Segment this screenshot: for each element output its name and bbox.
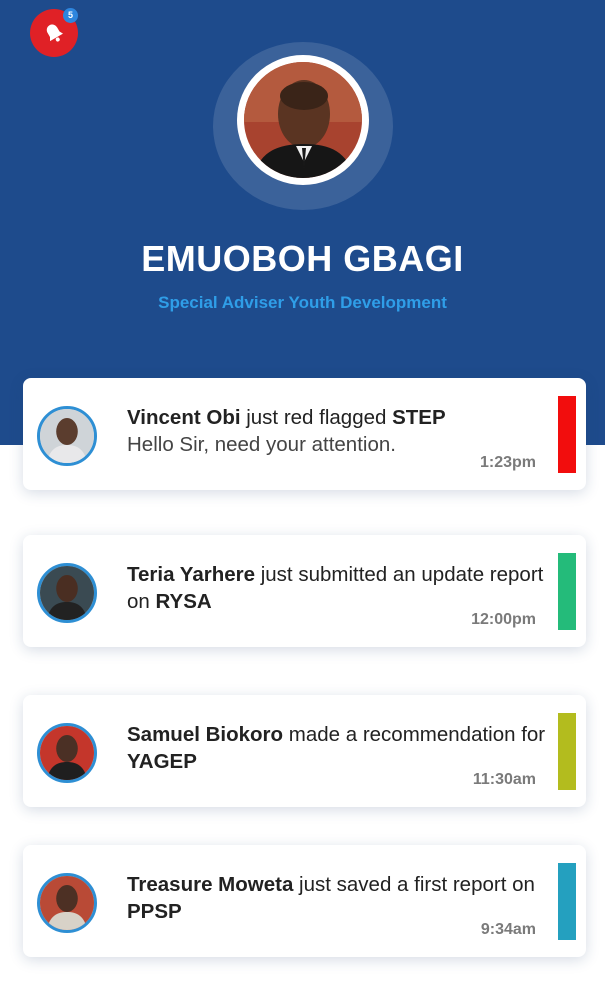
project-name: RYSA [155,590,212,613]
profile-role: Special Adviser Youth Development [158,293,447,312]
timestamp: 12:00pm [471,611,536,628]
actor-name: Teria Yarhere [127,563,256,586]
actor-name: Treasure Moweta [127,873,294,896]
avatar [37,563,97,623]
avatar [37,723,97,783]
profile-avatar[interactable] [237,55,369,185]
bell-icon [46,24,63,42]
timestamp: 11:30am [472,771,536,788]
actor-name: Samuel Biokoro [127,723,284,746]
notification-card[interactable]: Vincent Obi just red flagged STEP Hello … [23,378,586,490]
status-indicator [558,553,576,630]
profile-name: EMUOBOH GBAGI [141,238,464,279]
notification-card[interactable]: Treasure Moweta just saved a first repor… [23,845,586,957]
actor-name: Vincent Obi [127,406,241,429]
notification-card[interactable]: Samuel Biokoro made a recommendation for… [23,695,586,807]
project-name: PPSP [127,900,182,923]
avatar [37,873,97,933]
timestamp: 1:23pm [479,454,536,471]
action-text: just red flagged [240,406,393,429]
timestamp: 9:34am [480,921,536,938]
project-name: YAGEP [127,750,197,773]
status-indicator [558,863,576,940]
project-name: STEP [392,406,446,429]
avatar [37,406,97,466]
action-text: made a recommendation for [283,723,546,746]
status-indicator [558,396,576,473]
notification-card[interactable]: Teria Yarhere just submitted an update r… [23,535,586,647]
action-text: just saved a first report on [293,873,535,896]
status-indicator [558,713,576,790]
notification-count-badge: 5 [63,8,78,23]
